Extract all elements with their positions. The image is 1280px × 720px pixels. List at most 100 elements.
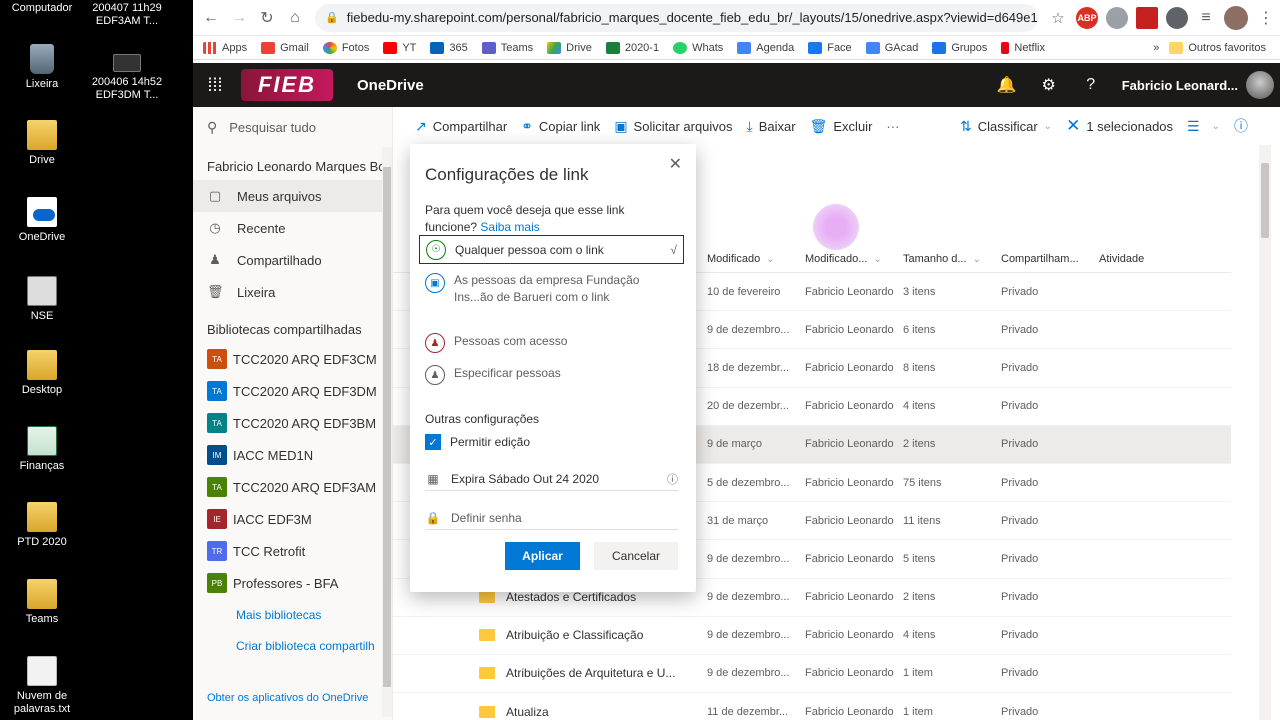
- column-size[interactable]: Tamanho d... ⌄: [896, 253, 994, 265]
- bookmark-face[interactable]: Face: [808, 41, 852, 54]
- bookmark-2020-1[interactable]: 2020-1: [605, 41, 659, 54]
- expiration-date-field[interactable]: ▦ Expira Sábado Out 24 2020 ⓘ: [425, 467, 678, 491]
- library-item[interactable]: PB Professores - BFA: [193, 567, 392, 599]
- apply-button[interactable]: Aplicar: [505, 542, 580, 570]
- table-row[interactable]: Atribuição e Classificação 9 de dezembro.…: [393, 617, 1231, 655]
- bookmark-gacad[interactable]: GAcad: [865, 41, 918, 54]
- option-specific-people[interactable]: ♟ Especificar pessoas: [425, 365, 561, 385]
- view-options-button[interactable]: ☰ ⌄: [1187, 118, 1220, 135]
- library-item[interactable]: TA TCC2020 ARQ EDF3AM: [193, 471, 392, 503]
- desktop-icon-teams[interactable]: Teams: [0, 579, 87, 626]
- gear-icon[interactable]: ⚙: [1028, 75, 1070, 95]
- desktop-icon-computador[interactable]: Computador: [0, 2, 87, 15]
- details-pane-button[interactable]: ⓘ: [1234, 116, 1254, 136]
- desktop-icon-desktop[interactable]: Desktop: [0, 350, 87, 397]
- file-name[interactable]: Atribuição e Classificação: [506, 628, 643, 642]
- file-name-cell[interactable]: Atualiza: [393, 705, 700, 719]
- column-modified[interactable]: Modificado ⌄: [700, 253, 798, 265]
- media-queue-icon[interactable]: ≡: [1192, 4, 1220, 32]
- file-name-cell[interactable]: Atestados e Certificados: [393, 590, 700, 604]
- copy-link-button[interactable]: ⚭ Copiar link: [521, 118, 600, 135]
- learn-more-link[interactable]: Saiba mais: [480, 220, 539, 234]
- table-row[interactable]: Atualiza 11 de dezembr... Fabricio Leonard…: [393, 693, 1231, 720]
- main-scrollbar-thumb[interactable]: [1261, 163, 1269, 238]
- library-item[interactable]: TA TCC2020 ARQ EDF3BM: [193, 407, 392, 439]
- url-bar[interactable]: 🔒 fiebedu-my.sharepoint.com/personal/fab…: [315, 3, 1038, 32]
- nav-item-my-files[interactable]: ▢ Meus arquivos: [193, 180, 392, 212]
- bookmarks-overflow[interactable]: »: [1153, 42, 1159, 54]
- circle-extension-icon[interactable]: [1166, 6, 1188, 29]
- bookmark-netflix[interactable]: Netflix: [1001, 41, 1045, 54]
- file-name[interactable]: Atualiza: [506, 705, 549, 719]
- get-apps-link[interactable]: Obter os aplicativos do OneDrive: [207, 692, 368, 704]
- forward-arrow-icon[interactable]: →: [225, 4, 253, 32]
- bookmark-apps[interactable]: Apps: [203, 41, 247, 54]
- info-icon[interactable]: ⓘ: [667, 471, 678, 487]
- bookmark-other-favorites[interactable]: Outros favoritos: [1169, 41, 1266, 54]
- column-sharing[interactable]: Compartilham...: [994, 253, 1092, 265]
- file-name[interactable]: Atribuições de Arquitetura e U...: [506, 666, 675, 680]
- nav-scrollbar-thumb[interactable]: [383, 167, 391, 687]
- desktop-icon-onedrive[interactable]: OneDrive: [0, 197, 87, 244]
- nav-item-shared[interactable]: ♟ Compartilhado: [193, 244, 392, 276]
- desktop-icon-video-edf3am[interactable]: 200407 11h29 EDF3AM T...: [82, 2, 172, 28]
- nav-item-recent[interactable]: ◷ Recente: [193, 212, 392, 244]
- library-item[interactable]: IM IACC MED1N: [193, 439, 392, 471]
- star-bookmark-icon[interactable]: ☆: [1044, 4, 1072, 32]
- desktop-icon-nuvem-palavras[interactable]: Nuvem de palavras.txt: [0, 656, 87, 716]
- back-arrow-icon[interactable]: ←: [197, 4, 225, 32]
- desktop-icon-drive[interactable]: Drive: [0, 120, 87, 167]
- library-item[interactable]: TA TCC2020 ARQ EDF3CM: [193, 343, 392, 375]
- user-name[interactable]: Fabricio Leonard...: [1122, 78, 1238, 93]
- delete-button[interactable]: 🗑 Excluir: [810, 118, 873, 135]
- bookmark-365[interactable]: 365: [430, 41, 468, 54]
- bookmark-teams[interactable]: Teams: [481, 41, 533, 54]
- clear-selection-button[interactable]: ✕ 1 selecionados: [1066, 116, 1173, 136]
- desktop-icon-financas[interactable]: Finanças: [0, 426, 87, 473]
- nav-scrollbar[interactable]: [382, 147, 392, 717]
- nav-item-recycle-bin[interactable]: 🗑 Lixeira: [193, 276, 392, 308]
- allow-edit-checkbox[interactable]: ✓ Permitir edição: [425, 434, 530, 450]
- desktop-icon-lixeira[interactable]: Lixeira: [0, 44, 87, 91]
- bookmark-fotos[interactable]: Fotos: [322, 41, 369, 54]
- kebab-menu-icon[interactable]: ⋮: [1252, 4, 1280, 32]
- sort-button[interactable]: ⇅ Classificar ⌄: [960, 118, 1052, 135]
- app-title[interactable]: OneDrive: [357, 77, 424, 94]
- file-name[interactable]: Atestados e Certificados: [506, 590, 636, 604]
- bell-icon[interactable]: 🔔: [986, 75, 1028, 95]
- app-launcher-icon[interactable]: ⁞⁞⁞: [193, 75, 237, 96]
- desktop-icon-video-edf3dm[interactable]: 200406 14h52 EDF3DM T...: [82, 54, 172, 102]
- download-button[interactable]: ⤓ Baixar: [747, 118, 796, 135]
- bookmark-whats[interactable]: Whats: [673, 41, 723, 54]
- search-input[interactable]: ⚲ Pesquisar tudo: [193, 107, 392, 147]
- bookmark-drive[interactable]: Drive: [547, 41, 592, 54]
- fieb-logo[interactable]: FIEB: [241, 69, 333, 101]
- file-name-cell[interactable]: Atribuições de Arquitetura e U...: [393, 666, 700, 680]
- close-icon[interactable]: ✕: [669, 154, 682, 174]
- request-files-button[interactable]: ▣ Solicitar arquivos: [614, 118, 732, 135]
- profile-avatar[interactable]: [1224, 5, 1248, 30]
- create-library-link[interactable]: Criar biblioteca compartilh: [193, 630, 392, 661]
- bookmark-yt[interactable]: YT: [383, 41, 416, 54]
- desktop-icon-ptd2020[interactable]: PTD 2020: [0, 502, 87, 549]
- file-name-cell[interactable]: Atribuição e Classificação: [393, 628, 700, 642]
- bookmark-gmail[interactable]: Gmail: [261, 41, 309, 54]
- library-item[interactable]: IE IACC EDF3M: [193, 503, 392, 535]
- home-icon[interactable]: ⌂: [281, 4, 309, 32]
- desktop-icon-nse[interactable]: NSE: [0, 276, 87, 323]
- password-field[interactable]: 🔒 Definir senha: [425, 506, 678, 530]
- option-anyone-with-link[interactable]: ☉ Qualquer pessoa com o link √: [419, 235, 684, 264]
- column-modified-by[interactable]: Modificado... ⌄: [798, 253, 896, 265]
- library-item[interactable]: TA TCC2020 ARQ EDF3DM: [193, 375, 392, 407]
- drive-extension-icon[interactable]: [1106, 6, 1128, 29]
- column-activity[interactable]: Atividade: [1092, 253, 1192, 265]
- avatar[interactable]: [1246, 71, 1274, 99]
- more-actions-button[interactable]: ···: [886, 119, 899, 134]
- library-item[interactable]: TR TCC Retrofit: [193, 535, 392, 567]
- share-button[interactable]: ↗ Compartilhar: [415, 118, 507, 135]
- table-row[interactable]: Atribuições de Arquitetura e U... 9 de de…: [393, 655, 1231, 694]
- pdf-extension-icon[interactable]: [1136, 6, 1158, 29]
- bookmark-agenda[interactable]: Agenda: [737, 41, 794, 54]
- option-people-with-access[interactable]: ♟ Pessoas com acesso: [425, 333, 567, 353]
- more-libraries-link[interactable]: Mais bibliotecas: [193, 599, 392, 630]
